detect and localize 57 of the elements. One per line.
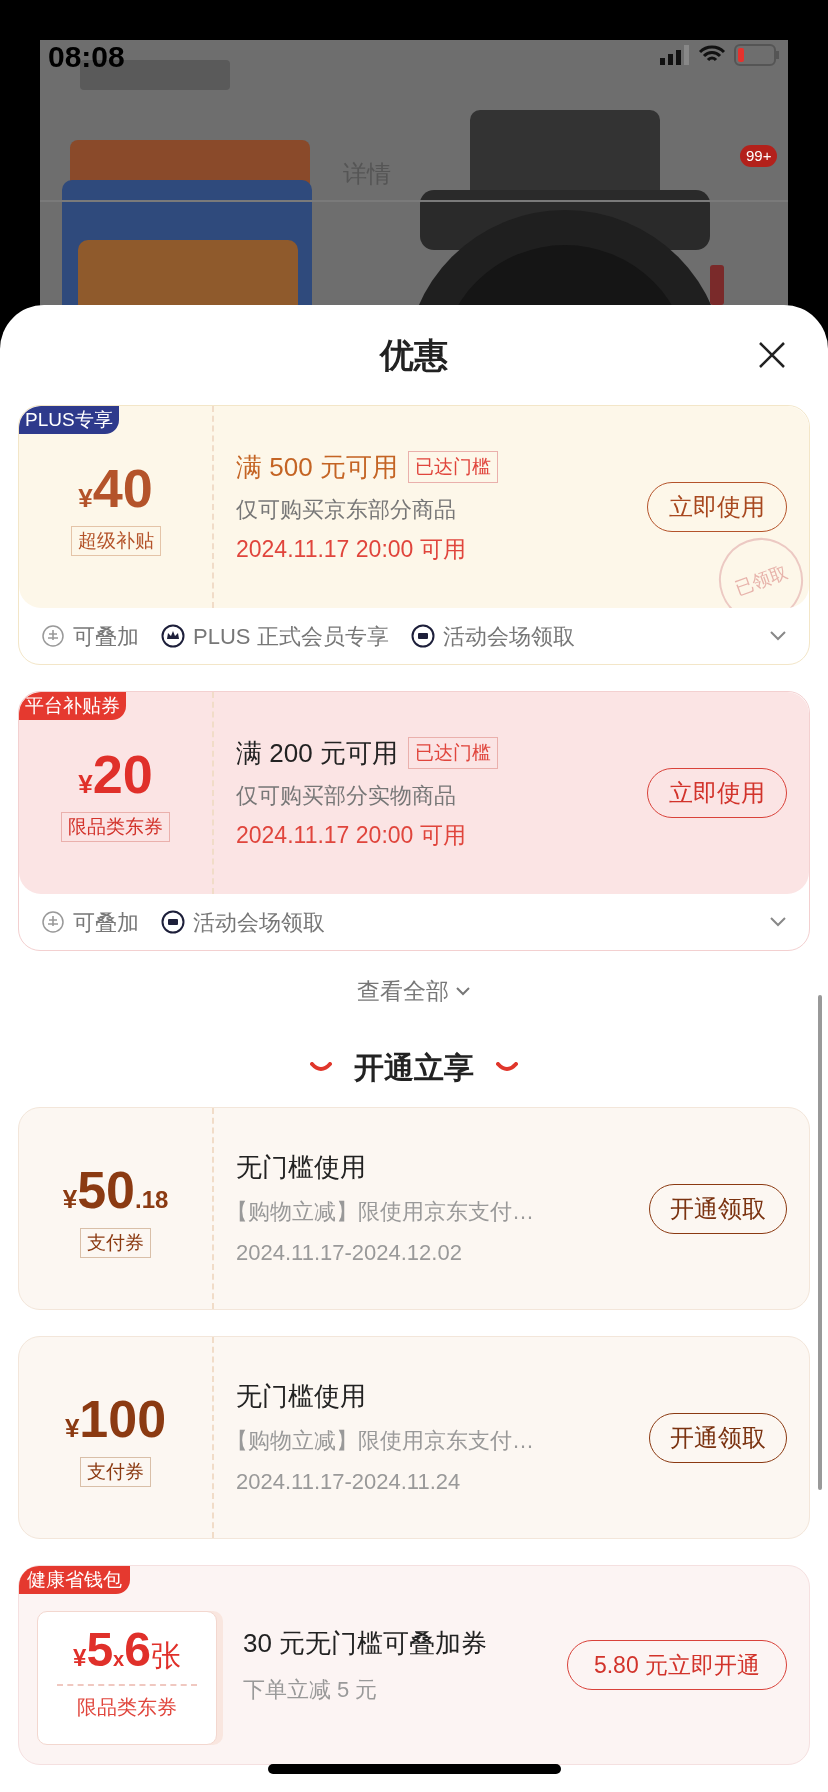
claim-button[interactable]: 开通领取 <box>649 1412 787 1463</box>
stack-icon <box>41 910 65 934</box>
feature-label: 活动会场领取 <box>193 908 325 937</box>
coupon-ribbon: PLUS专享 <box>19 406 119 434</box>
use-button[interactable]: 立即使用 <box>647 482 787 532</box>
cart-badge: 99+ <box>740 145 778 167</box>
chevron-down-icon[interactable] <box>769 916 787 928</box>
close-icon[interactable] <box>758 341 786 369</box>
smile-icon <box>496 1062 518 1072</box>
claim-button[interactable]: 开通领取 <box>649 1183 787 1234</box>
threshold-badge: 已达门槛 <box>407 451 498 484</box>
feature-label: PLUS 正式会员专享 <box>193 622 389 651</box>
coupon-ribbon: 健康省钱包 <box>19 1566 130 1594</box>
coupon-amount: ¥20 <box>78 744 153 804</box>
feature-label: 可叠加 <box>73 622 139 651</box>
coupon-tag: 限品类东券 <box>61 812 170 842</box>
section-title: 开通立享 <box>354 1049 474 1086</box>
coupon-description: 【购物立减】限使用京东支付… <box>226 1427 535 1455</box>
stack-icon <box>41 624 65 648</box>
coupon-amount: ¥100 <box>64 1388 167 1449</box>
coupon-title: 无门槛使用 <box>236 1151 367 1184</box>
coupon-ribbon: 平台补贴券 <box>19 692 126 720</box>
coupon-condition: 满 500 元可用 <box>236 450 398 484</box>
view-all-button[interactable]: 查看全部 <box>357 973 471 1009</box>
chevron-down-icon[interactable] <box>769 630 787 642</box>
coupon-description: 下单立减 5 元 <box>243 1676 379 1704</box>
coupon-tag: 支付券 <box>80 1456 151 1487</box>
coupon-scope: 仅可购买部分实物商品 <box>236 781 457 810</box>
use-button[interactable]: 立即使用 <box>647 768 787 818</box>
threshold-badge: 已达门槛 <box>407 737 498 770</box>
coupon-condition: 满 200 元可用 <box>236 736 398 770</box>
coupon-title: 无门槛使用 <box>236 1380 367 1413</box>
activate-button[interactable]: 5.80 元立即开通 <box>567 1640 787 1690</box>
coupon-tag: 限品类东券 <box>77 1692 177 1722</box>
coupon-amount: ¥50.18 <box>62 1159 169 1220</box>
chevron-down-icon <box>455 986 471 996</box>
ticket-icon <box>410 624 435 648</box>
battery-icon <box>734 44 780 66</box>
coupon-validity: 2024.11.17 20:00 可用 <box>236 534 467 564</box>
coupon-amount: ¥40 <box>78 458 153 518</box>
coupon-validity: 2024.11.17-2024.12.02 <box>236 1239 463 1267</box>
smile-icon <box>310 1062 332 1072</box>
signal-icon <box>660 45 690 65</box>
sheet-title: 优惠 <box>380 334 448 376</box>
feature-label: 可叠加 <box>73 908 139 937</box>
crown-icon <box>161 624 185 648</box>
feature-label: 活动会场领取 <box>442 622 575 651</box>
coupon-amount: ¥5x6张 <box>73 1622 181 1678</box>
coupon-tag: 支付券 <box>80 1227 151 1258</box>
coupon-validity: 2024.11.17-2024.11.24 <box>236 1468 462 1496</box>
status-time: 08:08 <box>48 39 125 75</box>
coupon-title: 30 元无门槛可叠加券 <box>243 1627 489 1660</box>
coupon-tag: 超级补贴 <box>70 526 161 556</box>
coupon-scope: 仅可购买京东部分商品 <box>236 495 457 524</box>
ticket-icon <box>161 910 185 934</box>
coupon-description: 【购物立减】限使用京东支付… <box>226 1198 535 1226</box>
coupon-validity: 2024.11.17 20:00 可用 <box>236 820 467 850</box>
